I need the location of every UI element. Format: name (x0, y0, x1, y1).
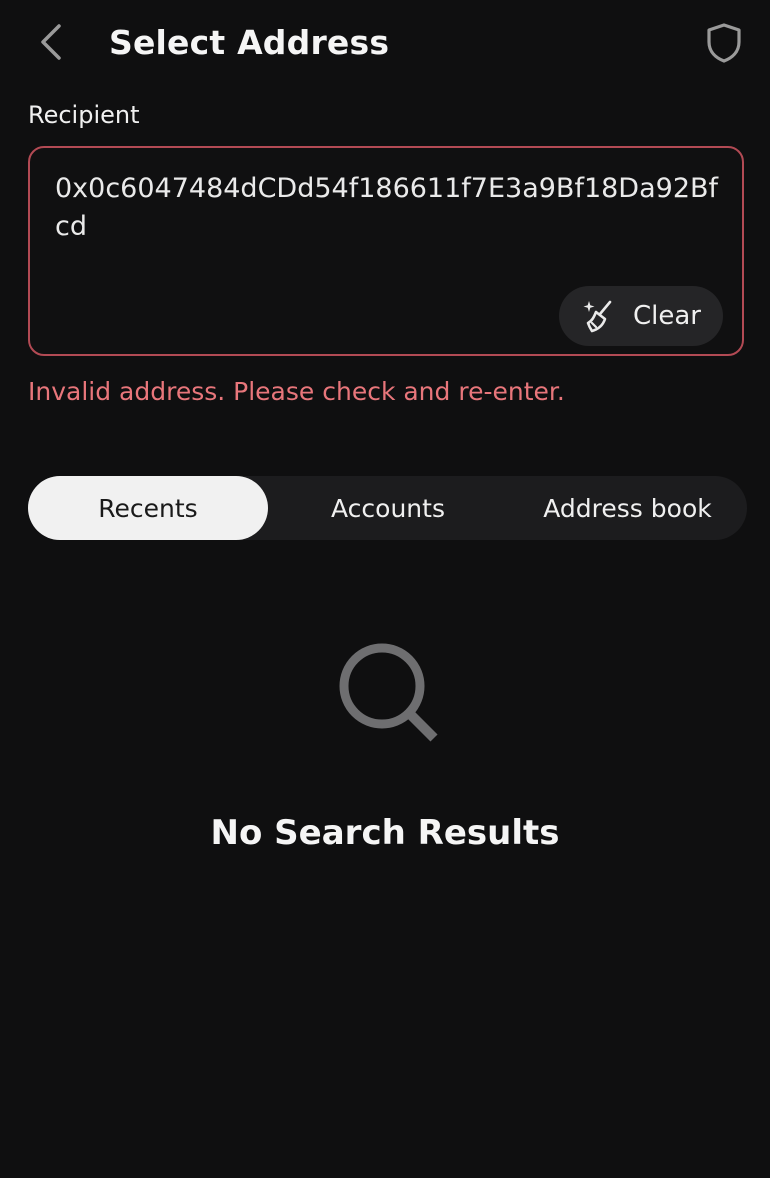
page-title: Select Address (109, 23, 390, 62)
chevron-left-icon (41, 24, 61, 60)
broom-sparkle-icon (583, 300, 612, 333)
tab-accounts[interactable]: Accounts (268, 476, 508, 540)
shield-icon (707, 23, 741, 63)
address-error-message: Invalid address. Please check and re-ent… (28, 377, 565, 406)
address-source-tabs: Recents Accounts Address book (28, 476, 747, 540)
security-button[interactable] (702, 20, 746, 66)
recipient-address-box: 0x0c6047484dCDd54f186611f7E3a9Bf18Da92Bf… (28, 146, 744, 356)
recipient-label: Recipient (28, 101, 140, 129)
back-button[interactable] (30, 20, 70, 64)
recipient-address-input[interactable]: 0x0c6047484dCDd54f186611f7E3a9Bf18Da92Bf… (55, 170, 725, 260)
header: Select Address (0, 0, 770, 86)
search-icon (339, 643, 438, 742)
tab-address-book[interactable]: Address book (508, 476, 747, 540)
no-results-message: No Search Results (210, 813, 560, 853)
tab-recents[interactable]: Recents (28, 476, 268, 540)
clear-button-label: Clear (633, 301, 701, 331)
clear-button[interactable]: Clear (559, 286, 723, 346)
